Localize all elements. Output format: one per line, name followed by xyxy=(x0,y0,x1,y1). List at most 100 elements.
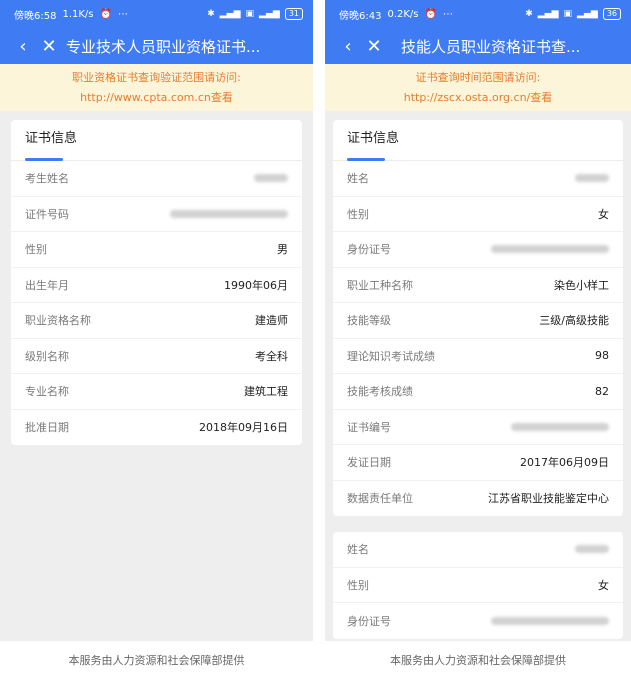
info-row-label: 理论知识考试成绩 xyxy=(347,349,435,363)
hd-icon: ▣ xyxy=(563,9,573,19)
info-row-value: 女 xyxy=(598,207,609,221)
redacted-value xyxy=(575,174,609,183)
info-row-value: 98 xyxy=(595,349,609,363)
info-row-value: 染色小样工 xyxy=(554,278,609,292)
info-row-value: 建筑工程 xyxy=(244,385,288,399)
bluetooth-icon: ✱ xyxy=(525,9,533,19)
left-phone-screen: 傍晚6:58 1.1K/s ⏰ ⋯ ✱ ▂▄▆ ▣ ▂▄▆ 31 ‹ ✕ 专业技… xyxy=(0,0,313,681)
info-row: 级别名称 考全科 xyxy=(11,339,302,374)
signal-icon-2: ▂▄▆ xyxy=(577,9,598,19)
info-row-label: 性别 xyxy=(347,207,369,221)
info-row-value: 男 xyxy=(277,243,288,257)
header-bar: 傍晚6:58 1.1K/s ⏰ ⋯ ✱ ▂▄▆ ▣ ▂▄▆ 31 ‹ ✕ 专业技… xyxy=(0,0,313,64)
info-row: 身份证号 xyxy=(333,603,623,639)
footer-text: 本服务由人力资源和社会保障部提供 xyxy=(325,641,631,681)
info-row-label: 批准日期 xyxy=(25,421,69,435)
tab-underline xyxy=(25,158,63,161)
info-row: 批准日期 2018年09月16日 xyxy=(11,410,302,446)
info-row: 性别 男 xyxy=(11,232,302,268)
info-row-label: 证件号码 xyxy=(25,207,69,221)
info-row-label: 身份证号 xyxy=(347,614,391,628)
status-time: 傍晚6:43 xyxy=(339,10,382,22)
page-title: 技能人员职业资格证书查... xyxy=(401,37,581,56)
redacted-value xyxy=(254,174,288,183)
info-row-label: 技能等级 xyxy=(347,314,391,328)
info-row-label: 发证日期 xyxy=(347,456,391,470)
info-row-label: 级别名称 xyxy=(25,349,69,363)
info-row-label: 证书编号 xyxy=(347,420,391,434)
notice-link[interactable]: http://www.cpta.com.cn查看 xyxy=(0,88,313,108)
back-icon[interactable]: ‹ xyxy=(10,36,36,57)
redacted-value xyxy=(170,209,288,218)
signal-icon-2: ▂▄▆ xyxy=(259,9,280,19)
certificate-info-card: 证书信息 考生姓名 证件号码 性别 男出生年月 1990年06月 职业资格名称 建造师 级别名… xyxy=(11,120,302,445)
back-icon[interactable]: ‹ xyxy=(335,36,361,57)
more-icon: ⋯ xyxy=(442,8,453,20)
redacted-value xyxy=(575,545,609,554)
info-row: 姓名 xyxy=(333,161,623,197)
info-row-label: 姓名 xyxy=(347,543,369,557)
info-row-value: 江苏省职业技能鉴定中心 xyxy=(488,492,609,506)
page-title: 专业技术人员职业资格证书... xyxy=(66,37,261,56)
close-icon[interactable]: ✕ xyxy=(361,36,387,57)
info-row-label: 身份证号 xyxy=(347,243,391,257)
notice-text: 证书查询时间范围请访问: xyxy=(415,71,541,84)
info-rows: 姓名性别 女身份证号 xyxy=(333,532,623,639)
info-rows: 考生姓名 证件号码 性别 男出生年月 1990年06月 职业资格名称 建造师 级别名称 考全科专… xyxy=(11,161,302,445)
alarm-icon: ⏰ xyxy=(99,8,112,20)
card-header: 证书信息 xyxy=(11,120,302,161)
battery-icon: 36 xyxy=(602,8,621,20)
info-row: 证件号码 xyxy=(11,197,302,232)
certificate-info-card: 证书信息 姓名性别 女身份证号职业工种名称 染色小样工技能等级 三级/高级技能理论知识… xyxy=(333,120,623,516)
info-row-label: 性别 xyxy=(347,578,369,592)
network-speed: 0.2K/s xyxy=(387,8,419,20)
notice-text: 职业资格证书查询验证范围请访问: xyxy=(72,71,241,84)
right-phone-screen: 傍晚6:43 0.2K/s ⏰ ⋯ ✱ ▂▄▆ ▣ ▂▄▆ 36 ‹ ✕ 技能人… xyxy=(325,0,631,681)
info-row: 发证日期 2017年06月09日 xyxy=(333,445,623,481)
info-row: 数据责任单位 江苏省职业技能鉴定中心 xyxy=(333,481,623,517)
battery-icon: 31 xyxy=(284,8,303,20)
alarm-icon: ⏰ xyxy=(424,8,437,20)
info-row: 出生年月 1990年06月 xyxy=(11,268,302,303)
close-icon[interactable]: ✕ xyxy=(36,36,62,57)
status-bar: 傍晚6:58 1.1K/s ⏰ ⋯ ✱ ▂▄▆ ▣ ▂▄▆ 31 xyxy=(0,0,313,28)
info-row: 证书编号 xyxy=(333,410,623,445)
info-row-value: 2018年09月16日 xyxy=(199,421,288,435)
info-row-value: 三级/高级技能 xyxy=(539,314,609,328)
info-row-label: 专业名称 xyxy=(25,385,69,399)
header-bar: 傍晚6:43 0.2K/s ⏰ ⋯ ✱ ▂▄▆ ▣ ▂▄▆ 36 ‹ ✕ 技能人… xyxy=(325,0,631,64)
info-row-label: 职业工种名称 xyxy=(347,278,413,292)
info-row-label: 性别 xyxy=(25,243,47,257)
info-row: 职业资格名称 建造师 xyxy=(11,303,302,339)
info-row: 技能考核成绩 82 xyxy=(333,374,623,410)
info-row-label: 出生年月 xyxy=(25,278,69,292)
hd-icon: ▣ xyxy=(245,9,255,19)
notice-link[interactable]: http://zscx.osta.org.cn/查看 xyxy=(325,88,631,108)
info-row-value: 2017年06月09日 xyxy=(520,456,609,470)
footer-text: 本服务由人力资源和社会保障部提供 xyxy=(0,641,313,681)
info-row: 职业工种名称 染色小样工 xyxy=(333,268,623,303)
info-row-label: 数据责任单位 xyxy=(347,492,413,506)
info-row: 性别 女 xyxy=(333,197,623,232)
info-row: 理论知识考试成绩 98 xyxy=(333,339,623,374)
status-time: 傍晚6:58 xyxy=(14,10,57,22)
redacted-value xyxy=(491,245,609,254)
redacted-value xyxy=(491,616,609,625)
certificate-info-card-2: 姓名性别 女身份证号 xyxy=(333,532,623,639)
info-row: 技能等级 三级/高级技能 xyxy=(333,303,623,339)
network-speed: 1.1K/s xyxy=(62,8,94,20)
nav-bar: ‹ ✕ 专业技术人员职业资格证书... xyxy=(0,28,313,64)
info-row-label: 姓名 xyxy=(347,172,369,186)
tab-underline xyxy=(347,158,385,161)
info-row-value: 女 xyxy=(598,578,609,592)
info-row-value: 建造师 xyxy=(255,314,288,328)
status-bar: 傍晚6:43 0.2K/s ⏰ ⋯ ✱ ▂▄▆ ▣ ▂▄▆ 36 xyxy=(325,0,631,28)
signal-icon: ▂▄▆ xyxy=(219,9,241,19)
card-title: 证书信息 xyxy=(347,131,400,146)
info-row-value: 82 xyxy=(595,384,609,398)
nav-bar: ‹ ✕ 技能人员职业资格证书查... xyxy=(325,28,631,64)
notice-banner: 证书查询时间范围请访问: http://zscx.osta.org.cn/查看 xyxy=(325,64,631,111)
info-row: 性别 女 xyxy=(333,568,623,603)
redacted-value xyxy=(511,422,609,431)
info-row: 姓名 xyxy=(333,532,623,568)
